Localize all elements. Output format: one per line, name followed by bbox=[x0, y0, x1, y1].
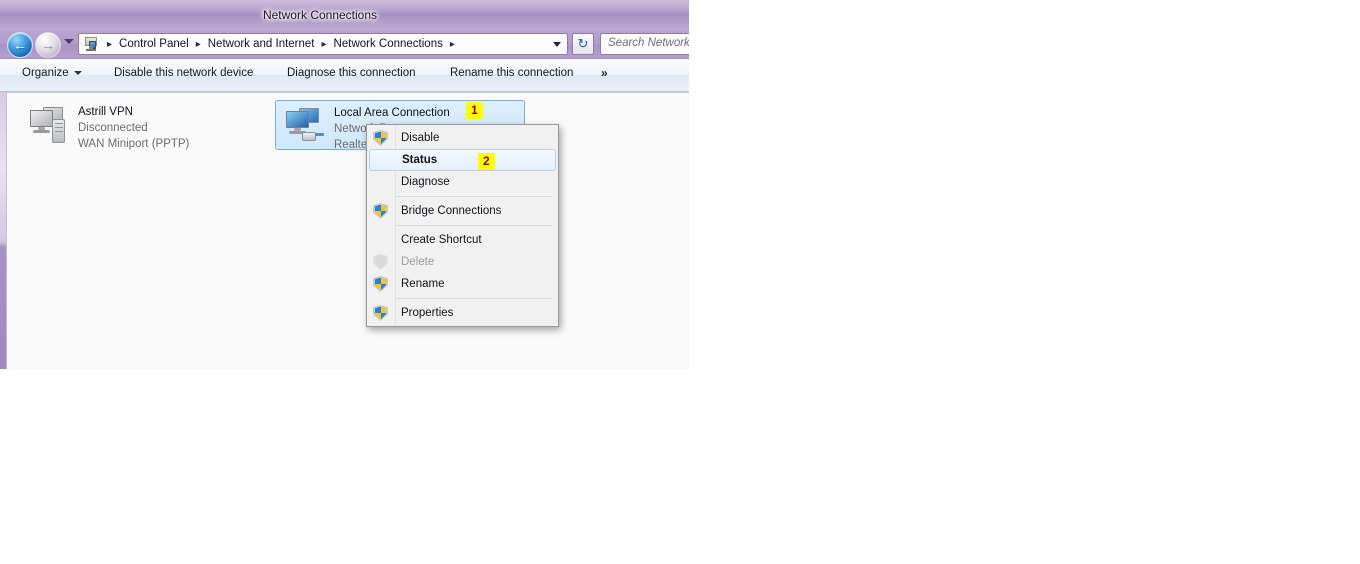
navigation-pane-edge bbox=[0, 92, 7, 369]
breadcrumb-separator-0: ▸ bbox=[107, 38, 113, 50]
connection-name: Local Area Connection bbox=[334, 107, 450, 119]
uac-shield-disabled-icon bbox=[373, 254, 389, 270]
step-badge-1: 1 bbox=[466, 102, 483, 119]
window-title: Network Connections bbox=[262, 8, 378, 22]
connection-status: Disconnected bbox=[78, 122, 148, 134]
refresh-icon: ↻ bbox=[577, 36, 589, 51]
network-connections-window: Network Connections ← → ▸ Control Panel … bbox=[0, 0, 689, 369]
disable-network-device-button[interactable]: Disable this network device bbox=[114, 67, 253, 79]
search-placeholder: Search Network bbox=[608, 37, 689, 49]
connection-device: WAN Miniport (PPTP) bbox=[78, 138, 190, 150]
vpn-disconnected-icon bbox=[28, 106, 72, 144]
menu-item-label: Delete bbox=[401, 256, 435, 268]
menu-item-disable[interactable]: Disable bbox=[368, 127, 557, 149]
menu-item-properties[interactable]: Properties bbox=[368, 302, 557, 324]
breadcrumb-separator-2: ▸ bbox=[321, 38, 327, 50]
menu-separator-2 bbox=[396, 225, 552, 226]
menu-item-label: Bridge Connections bbox=[401, 205, 502, 217]
menu-separator-1 bbox=[396, 196, 552, 197]
control-panel-icon bbox=[83, 36, 99, 52]
lan-connection-icon bbox=[284, 107, 328, 145]
uac-shield-icon bbox=[373, 305, 389, 321]
menu-item-label: Disable bbox=[401, 132, 440, 144]
refresh-button[interactable]: ↻ bbox=[572, 33, 594, 55]
organize-button[interactable]: Organize bbox=[22, 67, 82, 79]
menu-item-label: Diagnose bbox=[401, 176, 450, 188]
address-bar-row: ← → ▸ Control Panel ▸ Network and Intern… bbox=[0, 30, 689, 58]
menu-item-create-shortcut[interactable]: Create Shortcut bbox=[368, 229, 557, 251]
menu-item-label: Properties bbox=[401, 307, 454, 319]
forward-arrow-icon: → bbox=[41, 37, 55, 53]
diagnose-connection-button[interactable]: Diagnose this connection bbox=[287, 67, 416, 79]
server-tower-icon bbox=[52, 119, 65, 143]
menu-item-label: Create Shortcut bbox=[401, 234, 482, 246]
organize-label: Organize bbox=[22, 67, 69, 79]
connection-name: Astrill VPN bbox=[78, 106, 133, 118]
menu-item-rename[interactable]: Rename bbox=[368, 273, 557, 295]
menu-item-bridge-connections[interactable]: Bridge Connections bbox=[368, 200, 557, 222]
context-menu: Disable Status 2 Diagnose Bridge Connect… bbox=[366, 124, 559, 327]
address-dropdown-chevron-down-icon[interactable] bbox=[553, 42, 561, 47]
breadcrumb-separator-1: ▸ bbox=[195, 38, 201, 50]
chevron-down-icon bbox=[73, 70, 82, 75]
menu-item-status[interactable]: Status 2 bbox=[369, 149, 556, 171]
step-badge-2: 2 bbox=[478, 153, 495, 170]
back-arrow-icon: ← bbox=[13, 37, 27, 53]
rename-connection-button[interactable]: Rename this connection bbox=[450, 67, 573, 79]
menu-item-label: Rename bbox=[401, 278, 445, 290]
breadcrumb-item-control-panel[interactable]: Control Panel bbox=[118, 37, 190, 51]
title-bar: Network Connections bbox=[0, 0, 689, 30]
back-button[interactable]: ← bbox=[7, 32, 33, 58]
menu-item-delete: Delete bbox=[368, 251, 557, 273]
command-toolbar: Organize Disable this network device Dia… bbox=[0, 58, 689, 92]
toolbar-overflow-button[interactable]: » bbox=[601, 66, 608, 80]
uac-shield-icon bbox=[373, 276, 389, 292]
breadcrumb-item-network-and-internet[interactable]: Network and Internet bbox=[207, 37, 316, 51]
breadcrumb: ▸ Control Panel ▸ Network and Internet ▸… bbox=[83, 34, 461, 54]
recent-pages-chevron-down-icon[interactable] bbox=[64, 39, 74, 44]
connections-list: Astrill VPN Disconnected WAN Miniport (P… bbox=[7, 92, 689, 369]
address-bar[interactable]: ▸ Control Panel ▸ Network and Internet ▸… bbox=[78, 33, 568, 55]
menu-item-label: Status bbox=[402, 154, 438, 166]
menu-item-diagnose[interactable]: Diagnose bbox=[368, 171, 557, 193]
ethernet-plug-icon bbox=[302, 129, 324, 143]
forward-button[interactable]: → bbox=[35, 32, 61, 58]
connection-item-astrill-vpn[interactable]: Astrill VPN Disconnected WAN Miniport (P… bbox=[20, 100, 270, 150]
menu-separator-3 bbox=[396, 298, 552, 299]
breadcrumb-separator-3: ▸ bbox=[449, 38, 455, 50]
uac-shield-icon bbox=[373, 130, 389, 146]
breadcrumb-item-network-connections[interactable]: Network Connections bbox=[333, 37, 444, 51]
uac-shield-icon bbox=[373, 203, 389, 219]
search-input[interactable]: Search Network bbox=[600, 33, 689, 55]
